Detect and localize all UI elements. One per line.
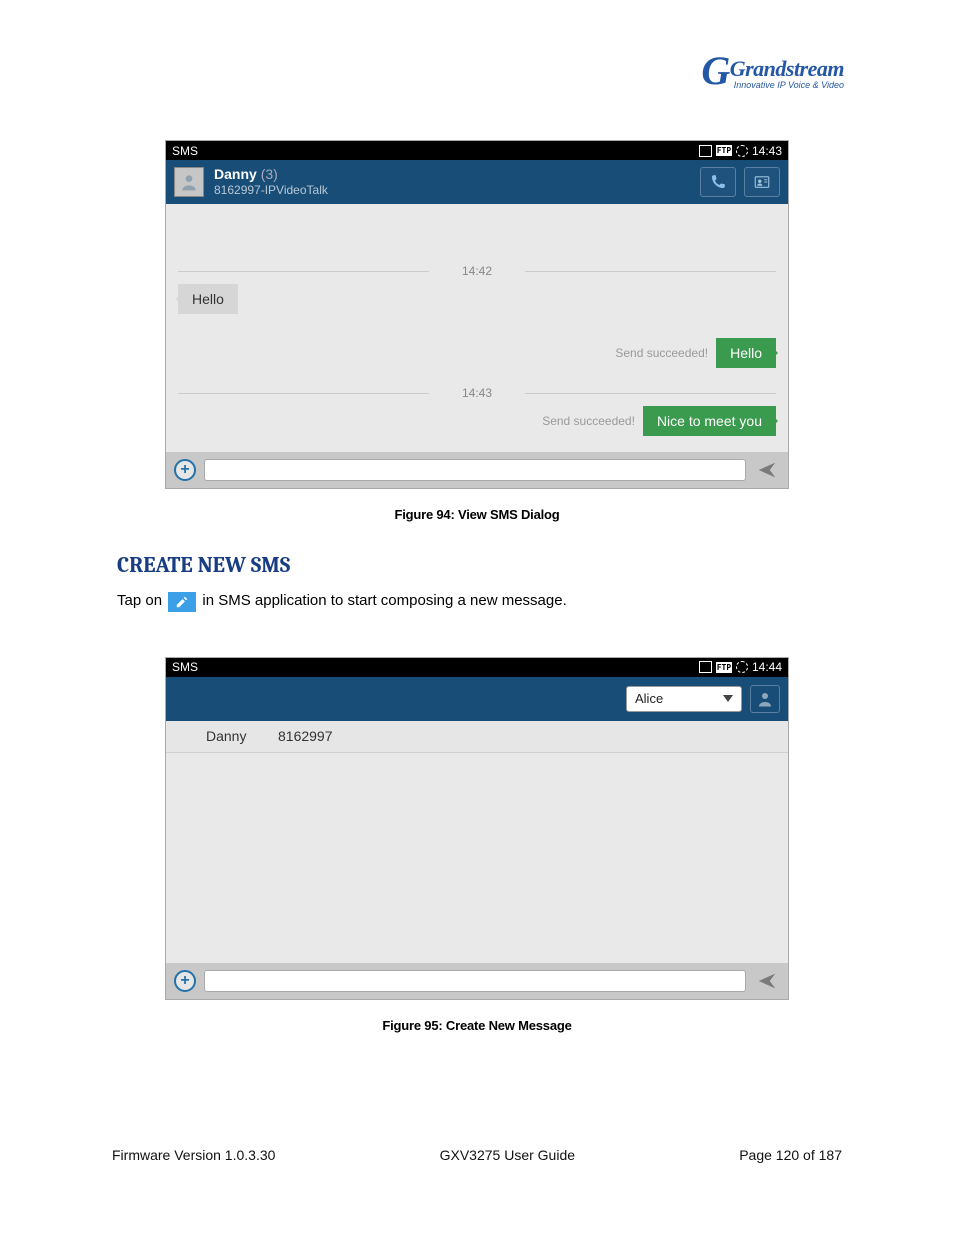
recipient-bar: Alice [166,677,788,721]
send-status: Send succeeded! [615,346,708,360]
loading-icon [736,661,748,673]
status-time: 14:43 [752,144,782,158]
time-separator: 14:43 [178,386,776,400]
compose-icon [168,592,196,612]
outgoing-message[interactable]: Nice to meet you [643,406,776,436]
contact-count: (3) [261,166,278,182]
time-separator: 14:42 [178,264,776,278]
create-message-screenshot: SMS FTP 14:44 Alice [165,657,789,1000]
contact-subtitle: 8162997-IPVideoTalk [214,183,692,197]
contact-suggestion-row[interactable]: Danny 8162997 [166,721,788,753]
section-heading: CREATE NEW SMS [117,552,837,578]
page-footer: Firmware Version 1.0.3.30 GXV3275 User G… [0,1147,954,1163]
add-attachment-button[interactable]: + [174,970,196,992]
avatar-icon [174,167,204,197]
send-button[interactable] [754,457,780,483]
app-title: SMS [172,660,699,674]
contact-name: Danny [214,166,257,182]
ftp-icon: FTP [716,662,732,673]
footer-page-number: Page 120 of 187 [739,1147,842,1163]
footer-version: Firmware Version 1.0.3.30 [112,1147,275,1163]
figure-caption: Figure 94: View SMS Dialog [117,507,837,522]
picture-icon [699,145,712,157]
status-bar: SMS FTP 14:44 [166,658,788,677]
conversation-header: Danny (3) 8162997-IPVideoTalk [166,160,788,204]
compose-bar: + [166,452,788,488]
send-button[interactable] [754,968,780,994]
incoming-message[interactable]: Hello [178,284,238,314]
outgoing-message[interactable]: Hello [716,338,776,368]
dropdown-icon [723,695,733,702]
send-status: Send succeeded! [542,414,635,428]
sms-dialog-screenshot: SMS FTP 14:43 Danny (3) 8162997-IPVideoT… [165,140,789,489]
recipient-input[interactable]: Alice [626,686,742,712]
message-input[interactable] [204,459,746,481]
footer-doc-title: GXV3275 User Guide [440,1147,575,1163]
picture-icon [699,661,712,673]
status-time: 14:44 [752,660,782,674]
compose-bar: + [166,963,788,999]
suggestion-number: 8162997 [278,728,333,744]
add-contact-button[interactable] [750,685,780,713]
add-attachment-button[interactable]: + [174,459,196,481]
instruction-paragraph: Tap on in SMS application to start compo… [117,590,837,613]
message-area [166,753,788,963]
contact-card-button[interactable] [744,167,780,197]
loading-icon [736,145,748,157]
call-button[interactable] [700,167,736,197]
ftp-icon: FTP [716,145,732,156]
brand-logo: GGrandstream Innovative IP Voice & Video [701,56,844,90]
message-input[interactable] [204,970,746,992]
suggestion-name: Danny [178,728,278,744]
status-bar: SMS FTP 14:43 [166,141,788,160]
app-title: SMS [172,144,699,158]
figure-caption: Figure 95: Create New Message [117,1018,837,1033]
